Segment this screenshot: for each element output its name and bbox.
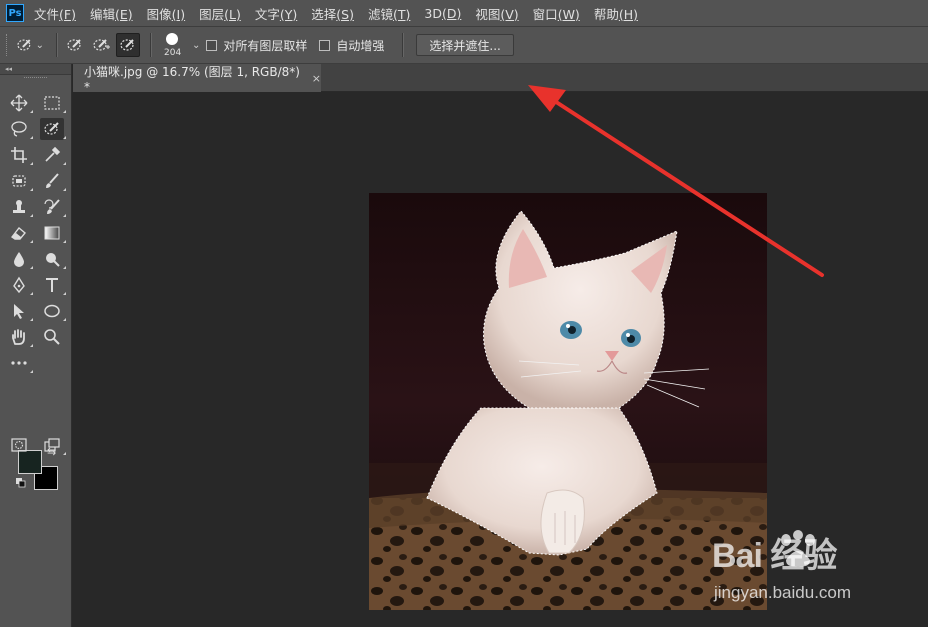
arrow-icon — [14, 304, 24, 319]
zoom-tool[interactable] — [40, 326, 64, 348]
quick-selection-icon — [44, 122, 59, 135]
gradient-icon — [44, 226, 60, 240]
close-icon[interactable]: × — [312, 72, 321, 85]
stamp-icon — [13, 200, 25, 213]
paw-logo-icon — [781, 530, 815, 567]
watermark-url: jingyan.baidu.com — [714, 583, 852, 602]
pen-tool[interactable] — [7, 274, 33, 296]
subtract-from-selection-button[interactable] — [116, 33, 140, 57]
shape-tool[interactable] — [40, 300, 66, 322]
brush-size-value: 204 — [164, 48, 182, 58]
hand-icon — [12, 329, 25, 345]
eyedropper-tool[interactable] — [40, 144, 66, 166]
brush-icon — [46, 173, 59, 188]
screen-mode-icon — [44, 438, 60, 452]
pen-icon — [13, 276, 25, 294]
menu-help[interactable]: 帮助(H) — [594, 4, 638, 23]
document-tab[interactable]: 小猫咪.jpg @ 16.7% (图层 1, RGB/8*) * × — [73, 64, 321, 94]
edit-toolbar-button[interactable] — [7, 352, 33, 374]
collapse-panel-icon[interactable]: ◂◂ — [0, 64, 71, 75]
options-bar: ⌄ 204 ⌄ 对所有图层取样 自动增强 选择并遮住... — [0, 26, 928, 64]
eyedropper-icon — [45, 146, 61, 162]
chevron-down-icon: ⌄ — [35, 39, 44, 51]
new-selection-button[interactable] — [64, 34, 86, 56]
menu-view[interactable]: 视图(V) — [475, 4, 518, 23]
eraser-icon — [10, 226, 26, 240]
default-colors-icon[interactable] — [16, 478, 26, 488]
menu-file[interactable]: 文件(F) — [34, 4, 76, 23]
history-brush-icon — [44, 199, 60, 214]
blur-tool[interactable] — [7, 248, 33, 270]
sample-all-layers-label: 对所有图层取样 — [223, 38, 308, 53]
kitten-illustration — [369, 193, 767, 610]
brush-new-icon — [67, 39, 81, 51]
history-brush-tool[interactable] — [40, 196, 66, 218]
type-icon — [46, 278, 58, 292]
zoom-icon — [44, 329, 60, 345]
brush-subtract-icon — [120, 39, 134, 51]
brush-tip-icon — [166, 33, 178, 45]
lasso-icon — [11, 121, 27, 137]
panel-grip[interactable] — [24, 77, 47, 84]
ellipse-icon — [44, 304, 60, 318]
brush-add-icon — [93, 39, 110, 51]
hand-tool[interactable] — [7, 326, 33, 348]
auto-enhance-label: 自动增强 — [336, 38, 385, 53]
menu-edit[interactable]: 编辑(E) — [90, 4, 133, 23]
move-icon — [10, 94, 28, 112]
healing-brush-tool[interactable] — [7, 170, 33, 192]
checkbox-box[interactable] — [206, 39, 218, 51]
crop-tool[interactable] — [7, 144, 33, 166]
select-and-mask-button[interactable]: 选择并遮住... — [416, 34, 514, 56]
menu-3d[interactable]: 3D(D) — [424, 6, 461, 21]
quick-selection-tool[interactable] — [40, 118, 66, 140]
menu-bar: Ps 文件(F) 编辑(E) 图像(I) 图层(L) 文字(Y) 选择(S) 滤… — [0, 0, 928, 26]
sample-all-layers-checkbox[interactable]: 对所有图层取样 — [206, 37, 307, 54]
crop-icon — [11, 147, 27, 163]
separator — [402, 33, 405, 57]
quick-selection-icon — [17, 39, 31, 51]
dodge-tool[interactable] — [40, 248, 66, 270]
quick-mask-icon — [11, 438, 27, 452]
droplet-icon — [14, 252, 24, 267]
gradient-tool[interactable] — [40, 222, 66, 244]
separator — [150, 33, 152, 57]
add-to-selection-button[interactable] — [90, 34, 112, 56]
checkbox-box[interactable] — [319, 39, 331, 51]
tool-preset-picker[interactable]: ⌄ — [16, 33, 50, 57]
chevron-down-icon[interactable]: ⌄ — [192, 40, 200, 51]
photoshop-logo-icon[interactable]: Ps — [6, 4, 24, 22]
menu-layer[interactable]: 图层(L) — [199, 4, 241, 23]
more-icon — [11, 361, 27, 365]
patch-icon — [12, 175, 26, 187]
move-tool[interactable] — [7, 92, 33, 114]
document-tab-strip: 小猫咪.jpg @ 16.7% (图层 1, RGB/8*) * × — [73, 64, 928, 94]
menu-select[interactable]: 选择(S) — [311, 4, 354, 23]
tools-panel: ◂◂ ⇆ — [0, 64, 72, 627]
screen-mode-button[interactable] — [40, 434, 66, 456]
quick-mask-button[interactable] — [7, 434, 31, 456]
marquee-tool[interactable] — [40, 92, 66, 114]
document-tab-title: 小猫咪.jpg @ 16.7% (图层 1, RGB/8*) * — [84, 64, 300, 94]
baidu-jingyan-watermark: Bai 经验 jingyan.baidu.com — [712, 528, 892, 608]
lasso-tool[interactable] — [7, 118, 33, 140]
eraser-tool[interactable] — [7, 222, 33, 244]
dodge-icon — [46, 253, 60, 267]
kitten-photo[interactable] — [369, 193, 767, 610]
rectangular-marquee-icon — [44, 96, 60, 110]
menu-window[interactable]: 窗口(W) — [533, 4, 580, 23]
path-selection-tool[interactable] — [7, 300, 33, 322]
clone-stamp-tool[interactable] — [7, 196, 33, 218]
separator — [56, 33, 58, 57]
brush-tool[interactable] — [40, 170, 66, 192]
brush-size-picker[interactable]: 204 — [158, 30, 192, 60]
options-bar-grip[interactable] — [6, 34, 10, 56]
menu-image[interactable]: 图像(I) — [147, 4, 185, 23]
type-tool[interactable] — [40, 274, 66, 296]
menu-type[interactable]: 文字(Y) — [255, 4, 297, 23]
menu-filter[interactable]: 滤镜(T) — [368, 4, 410, 23]
auto-enhance-checkbox[interactable]: 自动增强 — [319, 37, 384, 54]
